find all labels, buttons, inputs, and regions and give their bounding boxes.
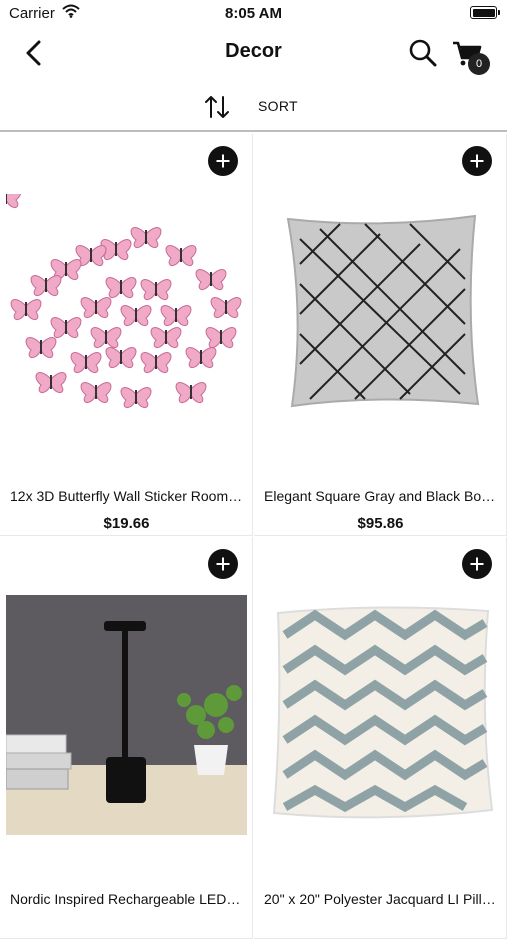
product-price: $95.86 — [357, 515, 404, 532]
cart-count-badge: 0 — [468, 53, 490, 75]
product-name[interactable]: Elegant Square Gray and Black Boho Pillo… — [264, 488, 497, 504]
add-to-cart-button[interactable] — [462, 549, 492, 579]
sort-label[interactable]: SORT — [258, 98, 298, 114]
product-price: $19.66 — [103, 515, 150, 532]
status-bar: Carrier 8:05 AM — [0, 0, 507, 26]
status-time: 8:05 AM — [225, 5, 282, 22]
table-lamp-image — [6, 595, 247, 835]
gray-pillow-image — [260, 194, 501, 449]
battery-icon — [470, 6, 500, 19]
add-to-cart-button[interactable] — [462, 146, 492, 176]
search-icon[interactable] — [406, 36, 440, 70]
product-card[interactable]: Elegant Square Gray and Black Boho Pillo… — [254, 134, 507, 536]
product-name[interactable]: 20" x 20" Polyester Jacquard LI Pillow — [264, 891, 497, 907]
sort-bar[interactable]: SORT — [0, 80, 507, 132]
add-to-cart-button[interactable] — [208, 549, 238, 579]
butterfly-sticker-image — [6, 194, 247, 449]
product-grid: 12x 3D Butterfly Wall Sticker Room Decor… — [0, 134, 507, 939]
navigation-bar: Decor 0 — [0, 26, 507, 80]
product-name[interactable]: Nordic Inspired Rechargeable LED Table L… — [10, 891, 243, 907]
product-card[interactable]: 12x 3D Butterfly Wall Sticker Room Decor… — [0, 134, 253, 536]
add-to-cart-button[interactable] — [208, 146, 238, 176]
sort-arrows-icon[interactable] — [204, 94, 230, 120]
product-card[interactable]: 20" x 20" Polyester Jacquard LI Pillow — [254, 537, 507, 939]
product-name[interactable]: 12x 3D Butterfly Wall Sticker Room Decor — [10, 488, 243, 504]
product-card[interactable]: Nordic Inspired Rechargeable LED Table L… — [0, 537, 253, 939]
chevron-pillow-image — [260, 595, 501, 835]
